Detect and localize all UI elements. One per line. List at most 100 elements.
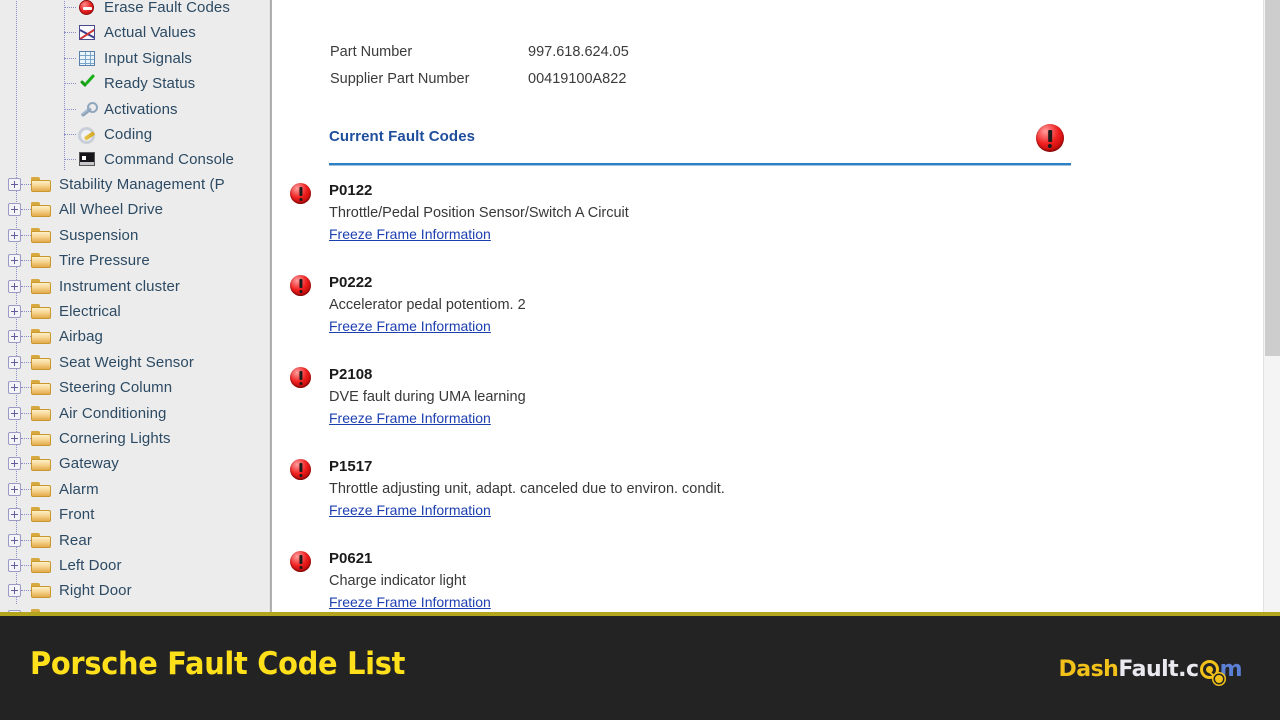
expand-plus-icon[interactable] [8,559,21,572]
tree-folder-label: Electrical [59,303,121,320]
folder-icon [31,405,51,421]
tree-folder-partial[interactable] [8,604,51,612]
tree-folder-instrument-cluster[interactable]: Instrument cluster [8,274,180,299]
fault-code-number: P0621 [329,550,373,567]
expand-plus-icon[interactable] [8,584,21,598]
fault-code-entry: P0621 Charge indicator light Freeze Frame … [272,548,1280,612]
folder-icon [31,354,51,370]
tree-item-label: Input Signals [104,49,193,67]
tree-folder-label: Rear [59,531,92,549]
expand-plus-icon[interactable] [8,508,21,522]
wrench-icon [78,101,98,118]
freeze-frame-information-link[interactable]: Freeze Frame Information [329,316,491,337]
tree-folder-label: Suspension [59,226,139,244]
tree-folder-alarm[interactable]: Alarm [8,477,99,502]
tree-folder-right-door[interactable]: Right Door [8,578,132,603]
tree-connector [21,285,31,287]
navigation-tree-panel[interactable]: Erase Fault Codes Actual Values Input Sign… [0,0,268,612]
bottom-banner: Porsche Fault Code List Dash Fault.c m [0,616,1280,720]
tree-folder-label: Right Door [59,582,132,600]
tree-folder-tire-pressure[interactable]: Tire Pressure [8,248,150,273]
expand-plus-icon[interactable] [8,406,21,420]
expand-plus-icon[interactable] [8,178,21,191]
tree-connector [21,412,31,414]
folder-icon [31,253,51,269]
tree-item-label: Actual Values [104,24,196,42]
tree-folder-stability-management-p[interactable]: Stability Management (P [8,172,225,197]
green-check-icon [78,75,96,92]
tree-connector [21,336,31,338]
tree-folder-seat-weight-sensor[interactable]: Seat Weight Sensor [8,350,194,375]
current-fault-codes-header: Current Fault Codes [329,128,1071,146]
tree-item-activations[interactable]: Activations [64,97,178,122]
part-info-row: Part Number 997.618.624.05 [330,38,629,65]
tree-folder-label: Alarm [59,480,99,498]
table-icon [78,50,96,67]
scrollbar-thumb[interactable] [1265,0,1280,356]
section-underline [329,163,1071,166]
vertical-scrollbar[interactable] [1263,0,1280,612]
tree-item-actual-values[interactable]: Actual Values [64,20,196,45]
tree-item-command-console[interactable]: Command Console [64,147,234,172]
folder-icon [31,304,51,319]
freeze-frame-information-link[interactable]: Freeze Frame Information [329,592,491,612]
expand-plus-icon[interactable] [8,203,21,217]
folder-icon [31,532,51,548]
expand-plus-icon[interactable] [8,482,21,496]
folder-icon [31,380,51,396]
tree-item-label: Erase Fault Codes [104,0,230,16]
tree-folder-all-wheel-drive[interactable]: All Wheel Drive [8,197,163,222]
tree-folder-rear[interactable]: Rear [8,528,92,553]
section-title: Current Fault Codes [329,128,476,145]
fault-warning-icon [290,367,311,388]
tree-folder-label: Airbag [59,328,103,346]
tree-connector [21,514,31,516]
expand-plus-icon[interactable] [8,330,21,344]
expand-plus-icon[interactable] [8,432,21,445]
fault-code-entry: P1517 Throttle adjusting unit, adapt. can… [272,456,1280,548]
expand-plus-icon[interactable] [8,305,21,318]
expand-plus-icon[interactable] [8,355,21,369]
tree-folder-left-door[interactable]: Left Door [8,553,122,578]
expand-plus-icon[interactable] [8,457,21,471]
part-number-label: Part Number [330,43,413,60]
tree-item-input-signals[interactable]: Input Signals [64,46,192,71]
tree-item-label: Ready Status [104,75,196,93]
tree-item-ready-status[interactable]: Ready Status [64,71,195,96]
tree-connector [64,83,76,85]
expand-plus-icon[interactable] [8,533,21,547]
tree-folder-electrical[interactable]: Electrical [8,299,121,324]
freeze-frame-information-link[interactable]: Freeze Frame Information [329,500,491,521]
tree-folder-steering-column[interactable]: Steering Column [8,375,172,400]
folder-icon [31,481,51,497]
freeze-frame-information-link[interactable]: Freeze Frame Information [329,224,491,245]
tree-folder-airbag[interactable]: Airbag [8,324,103,349]
expand-plus-icon[interactable] [8,279,21,293]
fault-warning-icon [290,275,311,296]
logo-text-m: m [1219,656,1243,682]
tree-folder-front[interactable]: Front [8,502,95,527]
tree-connector [64,108,76,110]
expand-plus-icon[interactable] [8,228,21,242]
expand-plus-icon[interactable] [8,381,21,395]
dashfault-logo[interactable]: Dash Fault.c m [1058,652,1243,686]
tree-item-erase-fault-codes[interactable]: Erase Fault Codes [64,0,230,20]
expand-plus-icon[interactable] [8,254,21,268]
gauge-icon [1199,659,1223,683]
tree-connector [64,57,76,59]
tree-folder-cornering-lights[interactable]: Cornering Lights [8,426,171,451]
tree-folder-air-conditioning[interactable]: Air Conditioning [8,401,167,426]
folder-icon [31,507,51,523]
tree-connector [64,7,76,8]
freeze-frame-information-link[interactable]: Freeze Frame Information [329,408,491,429]
tree-connector [21,539,31,541]
tree-connector [64,134,76,135]
tree-folder-gateway[interactable]: Gateway [8,451,119,476]
tree-item-coding[interactable]: Coding [64,122,152,147]
tree-folder-suspension[interactable]: Suspension [8,223,138,248]
folder-icon [31,456,51,472]
supplier-part-number-value: 00419100A822 [528,70,627,87]
folder-icon [31,227,51,243]
fault-code-entry: P2108 DVE fault during UMA learning Freeze… [272,364,1280,456]
tree-item-label: Activations [104,100,178,118]
